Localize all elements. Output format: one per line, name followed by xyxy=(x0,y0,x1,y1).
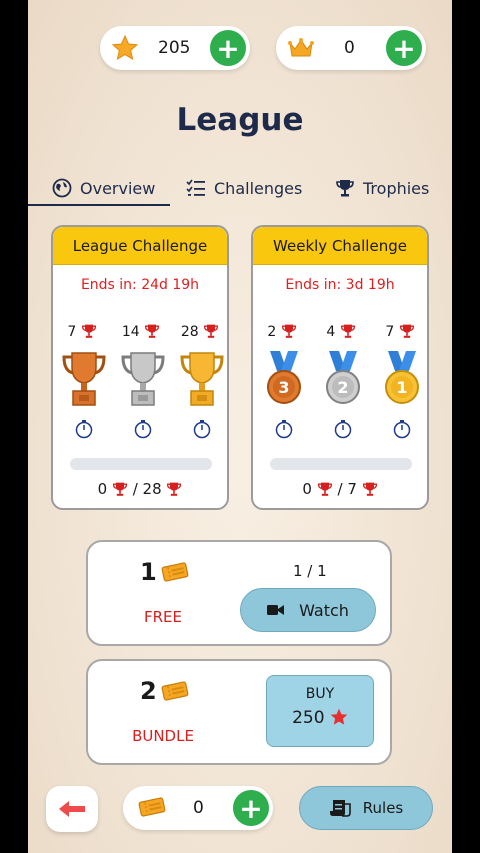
league-ends-timer: Ends in: 24d 19h xyxy=(80,277,200,293)
league-progress-bar xyxy=(70,458,212,470)
svg-text:2: 2 xyxy=(337,378,348,397)
bundle-label: BUNDLE xyxy=(132,727,194,745)
weekly-goal-1: 2 xyxy=(257,323,307,340)
timer-icon xyxy=(75,420,93,439)
free-ticket-offer: 1 FREE 1 / 1 Watch xyxy=(86,540,392,646)
add-tickets-button[interactable]: + xyxy=(231,788,271,828)
red-cup-icon xyxy=(362,482,377,496)
red-cup-icon xyxy=(167,482,182,496)
timer-icon xyxy=(275,420,293,439)
svg-text:1: 1 xyxy=(396,378,407,397)
tab-challenges-label: Challenges xyxy=(214,178,303,198)
timer-icon xyxy=(393,420,411,439)
league-challenge-title: League Challenge xyxy=(53,227,227,265)
star-icon xyxy=(330,708,348,725)
add-crowns-button[interactable]: + xyxy=(384,28,424,68)
league-challenge-card[interactable]: League Challenge Ends in: 24d 19h 7 14 2… xyxy=(51,225,229,510)
league-goal-3: 28 xyxy=(175,323,225,340)
tickets-counter: 0 + xyxy=(123,786,273,830)
red-cup-icon xyxy=(145,324,160,338)
tab-bar: Overview Challenges Trophies xyxy=(28,170,452,206)
red-cup-icon xyxy=(317,482,332,496)
bundle-ticket-qty: 2 xyxy=(140,677,157,705)
red-cup-icon xyxy=(399,324,414,338)
bundle-price: 250 xyxy=(267,708,373,728)
weekly-goal-2: 4 xyxy=(316,323,366,340)
page-title: League xyxy=(176,102,304,138)
trophy-icon xyxy=(336,180,354,197)
silver-trophy-icon xyxy=(121,352,165,406)
add-stars-button[interactable]: + xyxy=(208,28,248,68)
free-ticket-count: 1 / 1 xyxy=(293,562,327,580)
svg-text:3: 3 xyxy=(278,378,289,397)
bronze-medal-icon: 3 xyxy=(267,351,301,404)
stars-value: 205 xyxy=(158,38,191,58)
league-goal-2: 14 xyxy=(116,323,166,340)
silver-medal-icon: 2 xyxy=(326,351,360,404)
rules-label: Rules xyxy=(362,799,404,817)
tickets-value: 0 xyxy=(193,798,204,818)
star-icon xyxy=(112,35,138,61)
bronze-trophy-icon xyxy=(62,352,106,406)
ticket-icon xyxy=(138,797,166,817)
weekly-ends-timer: Ends in: 3d 19h xyxy=(285,277,395,293)
weekly-goal-3: 7 xyxy=(375,323,425,340)
gold-medal-icon: 1 xyxy=(385,351,419,404)
back-arrow-icon xyxy=(59,801,85,817)
free-label: FREE xyxy=(143,608,182,626)
active-tab-indicator xyxy=(28,204,170,206)
ticket-icon xyxy=(161,681,189,701)
gold-trophy-icon xyxy=(180,352,224,406)
red-cup-icon xyxy=(204,324,219,338)
tab-overview[interactable]: Overview xyxy=(52,170,155,206)
watch-label: Watch xyxy=(299,600,349,620)
weekly-progress-bar xyxy=(270,458,412,470)
ticket-icon xyxy=(161,562,189,582)
crowns-counter: 0 + xyxy=(276,26,426,70)
league-goal-1: 7 xyxy=(57,323,107,340)
crown-icon xyxy=(288,38,314,57)
tab-trophies-label: Trophies xyxy=(363,178,430,198)
back-button[interactable] xyxy=(46,786,98,832)
buy-bundle-button[interactable]: BUY 250 xyxy=(266,675,374,747)
buy-label: BUY xyxy=(305,686,335,702)
watch-ad-button[interactable]: Watch xyxy=(240,588,376,632)
weekly-challenge-title: Weekly Challenge xyxy=(253,227,427,265)
weekly-goals: 2 4 7 xyxy=(253,323,427,343)
video-camera-icon xyxy=(267,605,285,615)
weekly-challenge-card[interactable]: Weekly Challenge Ends in: 3d 19h 2 4 7 3… xyxy=(251,225,429,510)
timer-icon xyxy=(134,420,152,439)
tab-trophies[interactable]: Trophies xyxy=(335,170,429,206)
free-ticket-qty: 1 xyxy=(140,558,157,586)
bundle-ticket-offer: 2 BUNDLE BUY 250 xyxy=(86,659,392,765)
weekly-progress-text: 0 / 7 xyxy=(253,480,427,498)
red-cup-icon xyxy=(281,324,296,338)
red-cup-icon xyxy=(81,324,96,338)
checklist-icon xyxy=(186,179,205,196)
red-cup-icon xyxy=(340,324,355,338)
timer-icon xyxy=(334,420,352,439)
globe-icon xyxy=(52,178,72,198)
scroll-icon xyxy=(329,800,351,817)
league-goals: 7 14 28 xyxy=(53,323,227,343)
crowns-value: 0 xyxy=(344,38,355,58)
league-progress-text: 0 / 28 xyxy=(53,480,227,498)
rules-button[interactable]: Rules xyxy=(299,786,433,830)
timer-icon xyxy=(193,420,211,439)
tab-overview-label: Overview xyxy=(80,178,156,198)
stars-counter: 205 + xyxy=(100,26,250,70)
tab-challenges[interactable]: Challenges xyxy=(186,170,302,206)
league-screen: 205 + 0 + League Overview Challenges Tro… xyxy=(28,0,452,853)
red-cup-icon xyxy=(112,482,127,496)
